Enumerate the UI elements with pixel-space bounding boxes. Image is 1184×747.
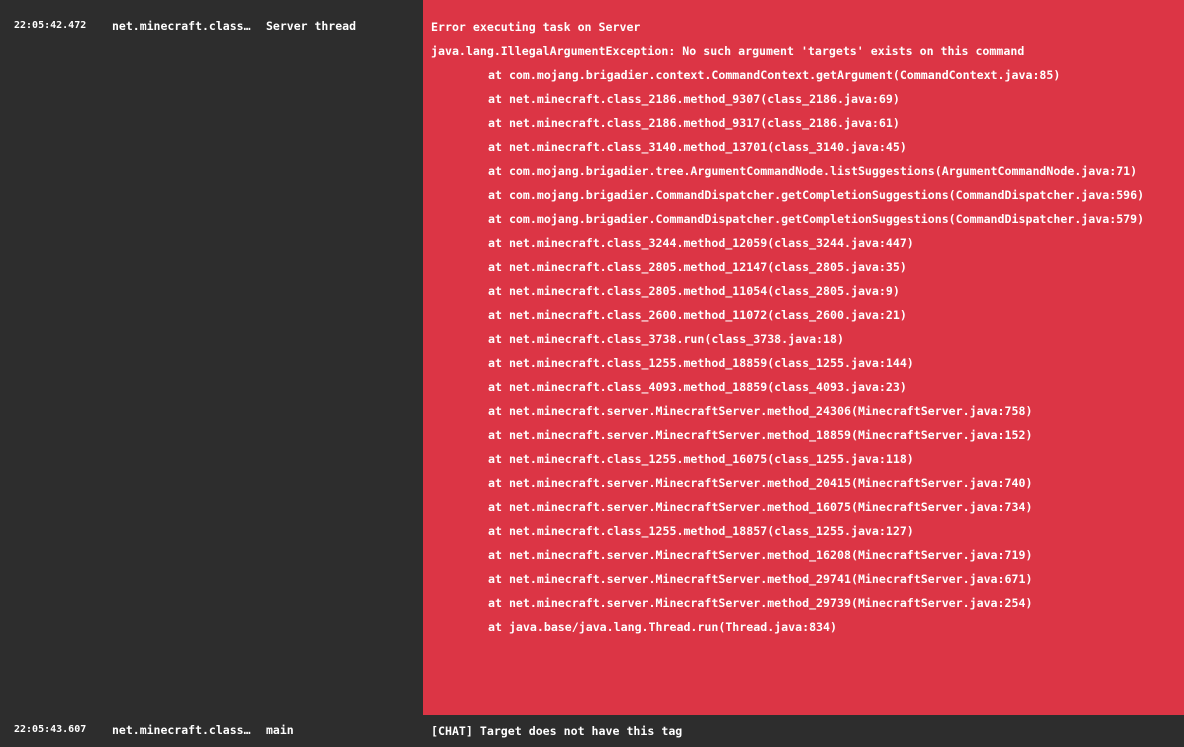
stack-frame: at net.minecraft.class_2186.method_9307(… bbox=[488, 92, 900, 106]
exception-line: java.lang.IllegalArgumentException: No s… bbox=[431, 44, 1025, 58]
log-entry-meta: 22:05:43.607 net.minecraft.class_… main bbox=[0, 715, 423, 747]
stack-frame: at net.minecraft.server.MinecraftServer.… bbox=[488, 428, 1033, 442]
log-logger-name: net.minecraft.class_… bbox=[112, 723, 254, 737]
log-thread-name: main bbox=[266, 723, 294, 737]
stack-frame: at net.minecraft.server.MinecraftServer.… bbox=[488, 404, 1033, 418]
stack-frame: at net.minecraft.class_3140.method_13701… bbox=[488, 140, 907, 154]
stack-frame: at net.minecraft.server.MinecraftServer.… bbox=[488, 500, 1033, 514]
log-timestamp: 22:05:42.472 bbox=[14, 20, 87, 31]
stack-frame: at net.minecraft.class_2600.method_11072… bbox=[488, 308, 907, 322]
stack-frame: at com.mojang.brigadier.context.CommandC… bbox=[488, 68, 1061, 82]
log-entry-info[interactable]: 22:05:43.607 net.minecraft.class_… main … bbox=[0, 715, 1184, 747]
log-entry-meta: 22:05:42.472 net.minecraft.class_… Serve… bbox=[0, 0, 423, 715]
log-message-text: Error executing task on Server bbox=[431, 20, 641, 34]
stack-frame: at com.mojang.brigadier.tree.ArgumentCom… bbox=[488, 164, 1138, 178]
stack-frame: at com.mojang.brigadier.CommandDispatche… bbox=[488, 188, 1145, 202]
stack-frame: at net.minecraft.server.MinecraftServer.… bbox=[488, 548, 1033, 562]
stack-frame: at net.minecraft.class_3244.method_12059… bbox=[488, 236, 914, 250]
stack-frame: at net.minecraft.class_1255.method_18857… bbox=[488, 524, 914, 538]
log-viewer: 22:05:42.472 net.minecraft.class_… Serve… bbox=[0, 0, 1184, 747]
log-thread-name: Server thread bbox=[266, 19, 357, 33]
log-timestamp: 22:05:43.607 bbox=[14, 724, 87, 735]
log-entry-error[interactable]: 22:05:42.472 net.minecraft.class_… Serve… bbox=[0, 0, 1184, 715]
stack-frame: at net.minecraft.class_1255.method_18859… bbox=[488, 356, 914, 370]
log-message: Error executing task on Server java.lang… bbox=[423, 0, 1184, 715]
stack-frame: at net.minecraft.server.MinecraftServer.… bbox=[488, 572, 1033, 586]
stack-frame: at net.minecraft.server.MinecraftServer.… bbox=[488, 476, 1033, 490]
stack-frame: at net.minecraft.class_1255.method_16075… bbox=[488, 452, 914, 466]
log-message-text: [CHAT] Target does not have this tag bbox=[431, 724, 683, 738]
stack-frame: at java.base/java.lang.Thread.run(Thread… bbox=[488, 620, 838, 634]
stack-frame: at net.minecraft.class_2805.method_12147… bbox=[488, 260, 907, 274]
stack-frame: at net.minecraft.class_4093.method_18859… bbox=[488, 380, 907, 394]
stack-frame: at net.minecraft.class_2186.method_9317(… bbox=[488, 116, 900, 130]
stack-frame: at net.minecraft.class_2805.method_11054… bbox=[488, 284, 900, 298]
log-logger-name: net.minecraft.class_… bbox=[112, 19, 254, 33]
log-message: [CHAT] Target does not have this tag bbox=[423, 715, 1184, 747]
stack-frame: at com.mojang.brigadier.CommandDispatche… bbox=[488, 212, 1145, 226]
stack-frame: at net.minecraft.server.MinecraftServer.… bbox=[488, 596, 1033, 610]
stack-frame: at net.minecraft.class_3738.run(class_37… bbox=[488, 332, 844, 346]
